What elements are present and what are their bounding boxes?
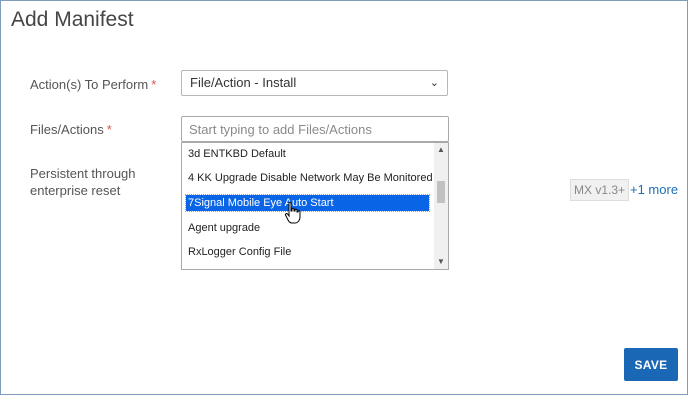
chevron-down-icon: ⌄ <box>429 77 439 89</box>
persistent-label-line1: Persistent through <box>30 166 136 181</box>
scroll-up-arrow-icon[interactable]: ▲ <box>434 143 448 157</box>
action-label-text: Action(s) To Perform <box>30 77 149 92</box>
required-marker: * <box>151 77 157 92</box>
hand-pointer-icon <box>284 201 301 224</box>
list-item-selected[interactable]: 7Signal Mobile Eye Auto Start <box>185 194 430 212</box>
version-badge: MX v1.3+ <box>570 179 630 201</box>
action-label: Action(s) To Perform * <box>30 76 156 93</box>
more-versions-link[interactable]: +1 more <box>630 182 678 197</box>
required-marker: * <box>106 122 112 137</box>
list-item[interactable]: RxLogger Config File <box>186 244 429 260</box>
persistent-label-line2: enterprise reset <box>30 183 121 198</box>
files-search-input[interactable] <box>181 116 449 142</box>
files-label: Files/Actions * <box>30 121 112 138</box>
action-select-value: File/Action - Install <box>190 75 297 90</box>
files-label-text: Files/Actions <box>30 122 104 137</box>
list-item[interactable]: Agent upgrade <box>186 220 429 236</box>
files-suggestion-list[interactable]: 3d ENTKBD Default 4 KK Upgrade Disable N… <box>181 142 449 270</box>
action-select[interactable]: File/Action - Install ⌄ <box>181 70 448 96</box>
scroll-down-arrow-icon[interactable]: ▼ <box>434 255 448 269</box>
scroll-thumb[interactable] <box>437 181 445 203</box>
list-item[interactable]: 4 KK Upgrade Disable Network May Be Moni… <box>186 170 433 186</box>
save-button[interactable]: SAVE <box>624 348 678 381</box>
persistent-label: Persistent through enterprise reset <box>30 165 136 199</box>
add-manifest-dialog: Add Manifest Action(s) To Perform * File/… <box>0 0 688 395</box>
list-scrollbar[interactable]: ▲ ▼ <box>434 143 448 269</box>
dialog-title: Add Manifest <box>11 8 134 31</box>
list-item[interactable]: 3d ENTKBD Default <box>186 146 429 162</box>
